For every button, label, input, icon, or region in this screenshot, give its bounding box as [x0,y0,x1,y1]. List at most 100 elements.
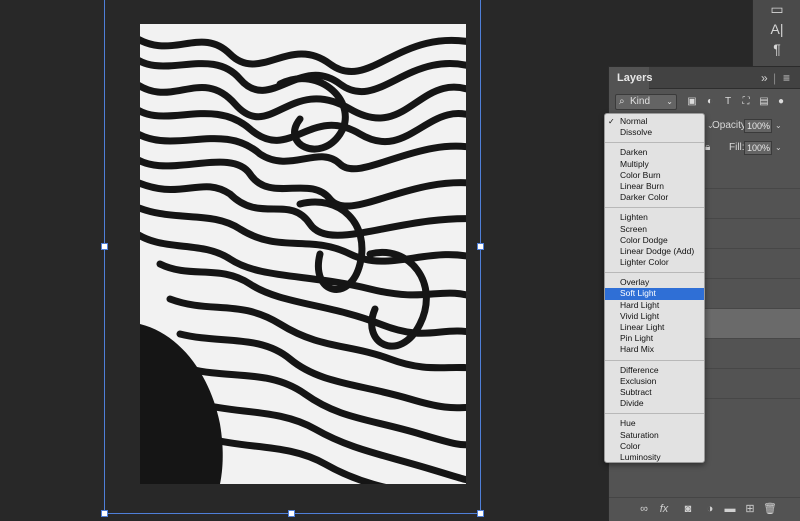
fx-icon[interactable]: fx [657,502,671,516]
blend-mode-lighten[interactable]: Lighten [605,212,704,223]
opacity-field[interactable]: 100% [744,119,772,133]
blend-mode-label: Luminosity [620,451,661,462]
blend-mode-label: Vivid Light [620,310,660,321]
fill-label: Fill: [729,142,745,153]
blend-mode-label: Screen [620,223,647,234]
fill-field[interactable]: 100% [744,141,772,155]
wavy-stripes-artwork [140,24,466,484]
adjustment-icon[interactable]: ◑ [703,502,717,516]
menu-separator [605,207,704,209]
blend-mode-color-burn[interactable]: Color Burn [605,170,704,181]
collapse-panel-icon[interactable]: » [761,70,768,86]
blend-mode-hard-mix[interactable]: Hard Mix [605,344,704,355]
transform-handle-left[interactable] [101,243,108,250]
pixel-filter-icon[interactable]: ▣ [686,96,698,108]
menu-separator [605,359,704,361]
blend-mode-label: Linear Burn [620,180,664,191]
blend-mode-label: Hard Light [620,299,660,310]
panel-icon-strip: ▭ A| ¶ [752,0,800,66]
blend-mode-vivid-light[interactable]: Vivid Light [605,311,704,322]
opacity-chevron-icon[interactable]: ⌄ [775,115,782,137]
blend-mode-multiply[interactable]: Multiply [605,159,704,170]
paragraph-icon[interactable]: ¶ [765,40,789,58]
blend-mode-divide[interactable]: Divide [605,398,704,409]
blend-mode-darker-color[interactable]: Darker Color [605,192,704,203]
kind-filter-select[interactable]: ⌕ Kind ⌄ [615,94,677,110]
transform-handle-bottom-right[interactable] [477,510,484,517]
search-icon: ⌕ [619,96,625,107]
transform-handle-right[interactable] [477,243,484,250]
blend-mode-label: Lighten [620,212,648,223]
blend-mode-pin-light[interactable]: Pin Light [605,333,704,344]
blend-mode-label: Subtract [620,386,652,397]
blend-mode-label: Color Dodge [620,234,668,245]
blend-mode-label: Multiply [620,158,649,169]
layer-filter-row: ⌕ Kind ⌄ ▣ ◐ T ⛶ ▤ ● [609,89,800,115]
blend-mode-label: Color [620,440,641,451]
blend-mode-menu: ✓ Normal Dissolve Darken Multiply Color Burn L… [604,113,705,463]
blend-mode-dissolve[interactable]: Dissolve [605,127,704,138]
blend-mode-darken[interactable]: Darken [605,147,704,158]
blend-mode-label: Overlay [620,277,650,288]
chevron-down-icon: ⌄ [666,97,673,106]
blend-mode-label: Divide [620,398,644,409]
blend-mode-luminosity[interactable]: Luminosity [605,452,704,463]
kind-filter-label: Kind [630,96,651,107]
blend-mode-label: Lighter Color [620,257,669,268]
blend-mode-label: Darker Color [620,192,669,203]
character-icon[interactable]: A| [765,20,789,38]
blend-mode-label: Linear Dodge (Add) [620,245,695,256]
trash-icon[interactable]: 🗑︎ [763,502,777,516]
fill-chevron-icon[interactable]: ⌄ [775,137,782,159]
blend-mode-label: Color Burn [620,169,661,180]
blend-mode-hue[interactable]: Hue [605,418,704,429]
blend-mode-linear-dodge-add[interactable]: Linear Dodge (Add) [605,246,704,257]
blend-mode-saturation[interactable]: Saturation [605,430,704,441]
blend-mode-label: Soft Light [620,288,656,299]
blend-mode-label: Darken [620,147,648,158]
blend-mode-linear-light[interactable]: Linear Light [605,322,704,333]
blend-mode-difference[interactable]: Difference [605,365,704,376]
blend-mode-hard-light[interactable]: Hard Light [605,300,704,311]
brush-preset-icon[interactable]: ▭ [765,0,789,18]
menu-separator [605,142,704,144]
blend-mode-linear-burn[interactable]: Linear Burn [605,181,704,192]
blend-mode-overlay[interactable]: Overlay [605,277,704,288]
lock-icon[interactable]: 🔒︎ [705,137,710,159]
checkmark-icon: ✓ [608,117,615,126]
new-layer-icon[interactable]: ⊞ [743,502,757,516]
blend-mode-label: Normal [620,116,648,126]
mask-icon[interactable]: ◙ [681,502,695,516]
blend-mode-color[interactable]: Color [605,441,704,452]
blend-mode-label: Pin Light [620,333,654,344]
adjustment-filter-icon[interactable]: ◐ [704,96,716,108]
transform-handle-bottom-left[interactable] [101,510,108,517]
tab-divider: | [773,71,777,85]
blend-mode-soft-light[interactable]: Soft Light [605,288,704,300]
transform-handle-bottom[interactable] [288,510,295,517]
blend-mode-exclusion[interactable]: Exclusion [605,376,704,387]
blend-mode-label: Hue [620,418,636,429]
blend-mode-normal[interactable]: ✓ Normal [605,116,704,127]
shape-filter-icon[interactable]: ⛶ [740,96,752,108]
blend-mode-label: Linear Light [620,322,665,332]
tab-layers[interactable]: Layers [609,67,652,89]
folder-icon[interactable]: ▬ [723,502,737,516]
panel-menu-icon[interactable]: ≡ [783,70,790,86]
menu-separator [605,272,704,274]
link-icon[interactable]: ∞ [637,502,651,516]
blend-mode-subtract[interactable]: Subtract [605,387,704,398]
blend-mode-color-dodge[interactable]: Color Dodge [605,235,704,246]
blend-mode-label: Saturation [620,429,659,440]
menu-separator [605,413,704,415]
filter-toggle-icon[interactable]: ● [775,96,787,108]
blend-mode-label: Exclusion [620,375,657,386]
smart-object-filter-icon[interactable]: ▤ [758,96,770,108]
layers-footer: ∞ fx ◙ ◑ ▬ ⊞ 🗑︎ [609,497,800,521]
panel-tab-bar: Layers » | ≡ [609,67,800,89]
blend-mode-label: Hard Mix [620,344,655,355]
blend-mode-lighter-color[interactable]: Lighter Color [605,257,704,268]
artwork-image [140,24,466,484]
blend-mode-screen[interactable]: Screen [605,224,704,235]
type-filter-icon[interactable]: T [722,96,734,108]
